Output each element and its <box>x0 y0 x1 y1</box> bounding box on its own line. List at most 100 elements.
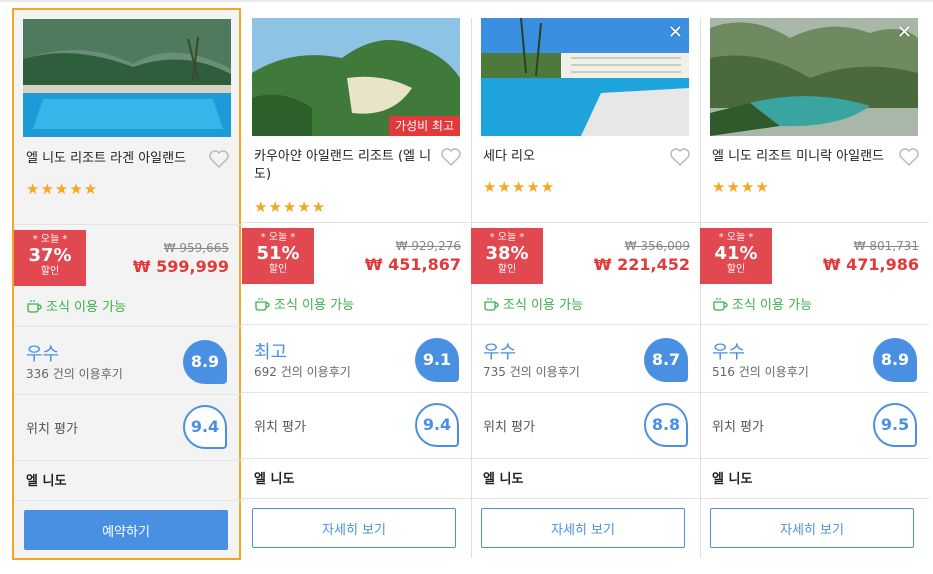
divider <box>700 498 929 499</box>
heart-icon[interactable] <box>670 148 690 166</box>
divider <box>471 458 700 459</box>
breakfast-info: 조식 이용 가능 <box>712 294 812 313</box>
coffee-cup-icon <box>255 297 270 311</box>
discount-percent: 51% <box>256 243 300 264</box>
hotel-comparison-grid: 엘 니도 리조트 라겐 아일랜드 ★★★★★ * 오늘 * 37% 할인 ₩ 9… <box>12 8 929 560</box>
city-name: 엘 니도 <box>483 472 524 487</box>
divider <box>471 392 700 393</box>
hotel-name[interactable]: 엘 니도 리조트 미니락 아일랜드 <box>712 148 892 166</box>
breakfast-label: 조식 이용 가능 <box>46 300 127 315</box>
best-value-badge: 가성비 최고 <box>388 116 460 136</box>
breakfast-label: 조식 이용 가능 <box>732 298 813 313</box>
sale-price: ₩ 451,867 <box>364 255 461 274</box>
discount-badge: * 오늘 * 51% 할인 <box>242 228 314 284</box>
original-price: ₩ 929,276 <box>395 239 461 253</box>
coffee-cup-icon <box>484 297 499 311</box>
breakfast-info: 조식 이용 가능 <box>254 294 354 313</box>
breakfast-info: 조식 이용 가능 <box>26 296 126 315</box>
star-rating: ★★★★★ <box>483 178 556 196</box>
divider <box>242 222 471 223</box>
location-label: 위치 평가 <box>712 420 764 435</box>
discount-percent: 41% <box>714 243 758 264</box>
hotel-photo[interactable]: ✕ <box>710 18 918 136</box>
rating-text: 우수 <box>26 344 60 365</box>
top-divider <box>0 0 933 2</box>
rating-text: 우수 <box>712 342 746 363</box>
divider <box>14 394 243 395</box>
city-name: 엘 니도 <box>26 474 67 489</box>
hotel-photo[interactable]: 가성비 최고 <box>252 18 460 136</box>
divider <box>242 324 471 325</box>
divider <box>700 392 929 393</box>
original-price: ₩ 959,665 <box>163 241 229 255</box>
close-icon[interactable]: ✕ <box>897 24 912 42</box>
sale-price: ₩ 221,452 <box>593 255 690 274</box>
coffee-cup-icon <box>713 297 728 311</box>
divider <box>471 498 700 499</box>
location-score: 8.8 <box>644 403 688 447</box>
details-button[interactable]: 자세히 보기 <box>481 508 685 548</box>
hotel-card[interactable]: 엘 니도 리조트 라겐 아일랜드 ★★★★★ * 오늘 * 37% 할인 ₩ 9… <box>12 8 243 560</box>
rating-text: 우수 <box>483 342 517 363</box>
discount-label: 할인 <box>726 264 746 275</box>
hotel-card[interactable]: ✕ 엘 니도 리조트 미니락 아일랜드 ★★★★ * 오늘 * 41% 할인 ₩… <box>700 8 929 560</box>
breakfast-label: 조식 이용 가능 <box>503 298 584 313</box>
city-name: 엘 니도 <box>254 472 295 487</box>
original-price: ₩ 356,009 <box>624 239 690 253</box>
discount-percent: 37% <box>28 245 72 266</box>
review-count[interactable]: 692 건의 이용후기 <box>254 363 351 380</box>
discount-label: 할인 <box>40 266 60 277</box>
original-price: ₩ 801,731 <box>853 239 919 253</box>
close-icon[interactable]: ✕ <box>668 24 683 42</box>
discount-badge: * 오늘 * 41% 할인 <box>700 228 772 284</box>
review-score: 8.7 <box>644 338 688 382</box>
location-label: 위치 평가 <box>483 420 535 435</box>
review-count[interactable]: 516 건의 이용후기 <box>712 363 809 380</box>
hotel-photo[interactable]: ✕ <box>481 18 689 136</box>
location-label: 위치 평가 <box>254 420 306 435</box>
hotel-card[interactable]: ✕ 세다 리오 ★★★★★ * 오늘 * 38% 할인 ₩ 356,009 ₩ … <box>471 8 700 560</box>
heart-icon[interactable] <box>899 148 919 166</box>
breakfast-info: 조식 이용 가능 <box>483 294 583 313</box>
review-count[interactable]: 735 건의 이용후기 <box>483 363 580 380</box>
coffee-cup-icon <box>27 299 42 313</box>
hotel-name[interactable]: 카우아얀 아일랜드 리조트 (엘 니도) <box>254 148 434 184</box>
sale-price: ₩ 471,986 <box>822 255 919 274</box>
heart-icon[interactable] <box>209 150 229 168</box>
heart-icon[interactable] <box>441 148 461 166</box>
divider <box>700 324 929 325</box>
divider <box>242 498 471 499</box>
rating-text: 최고 <box>254 342 288 363</box>
location-score: 9.4 <box>415 403 459 447</box>
divider <box>471 324 700 325</box>
divider <box>14 500 243 501</box>
discount-badge: * 오늘 * 38% 할인 <box>471 228 543 284</box>
divider <box>242 392 471 393</box>
discount-label: 할인 <box>497 264 517 275</box>
review-score: 8.9 <box>183 340 227 384</box>
divider <box>14 224 243 225</box>
discount-label: 할인 <box>268 264 288 275</box>
review-score: 9.1 <box>415 338 459 382</box>
discount-badge: * 오늘 * 37% 할인 <box>14 230 86 286</box>
divider <box>700 222 929 223</box>
review-count[interactable]: 336 건의 이용후기 <box>26 365 123 382</box>
hotel-name[interactable]: 엘 니도 리조트 라겐 아일랜드 <box>26 150 206 168</box>
hotel-photo[interactable] <box>23 19 231 137</box>
divider <box>242 458 471 459</box>
discount-percent: 38% <box>485 243 529 264</box>
divider <box>14 460 243 461</box>
hotel-card[interactable]: 가성비 최고 카우아얀 아일랜드 리조트 (엘 니도) ★★★★★ * 오늘 *… <box>242 8 471 560</box>
details-button[interactable]: 자세히 보기 <box>710 508 914 548</box>
details-button[interactable]: 자세히 보기 <box>252 508 456 548</box>
star-rating: ★★★★★ <box>254 198 327 216</box>
breakfast-label: 조식 이용 가능 <box>274 298 355 313</box>
hotel-name[interactable]: 세다 리오 <box>483 148 663 166</box>
location-score: 9.4 <box>183 405 227 449</box>
city-name: 엘 니도 <box>712 472 753 487</box>
divider <box>471 222 700 223</box>
book-button[interactable]: 예약하기 <box>24 510 228 550</box>
sale-price: ₩ 599,999 <box>132 257 229 276</box>
location-score: 9.5 <box>873 403 917 447</box>
divider <box>14 326 243 327</box>
